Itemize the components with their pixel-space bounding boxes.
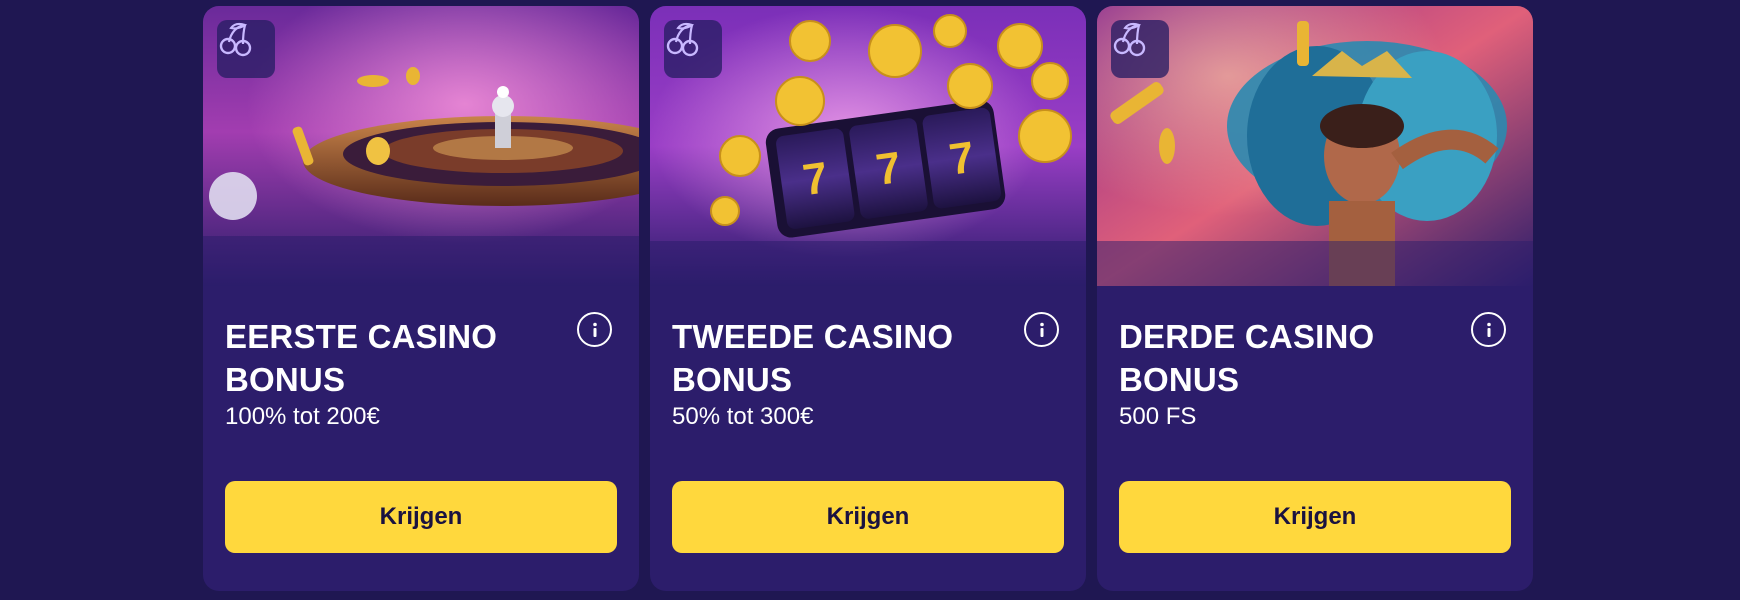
- bonus-card-body: EERSTE CASINO BONUS 100% tot 200€ Krijge…: [203, 286, 639, 591]
- roulette-wheel-image: [203, 6, 639, 286]
- carnival-dancer-image: [1097, 6, 1533, 286]
- claim-bonus-button[interactable]: Krijgen: [1119, 481, 1511, 553]
- cherries-icon: [219, 23, 252, 57]
- bonus-card-first: EERSTE CASINO BONUS 100% tot 200€ Krijge…: [203, 6, 639, 591]
- bonus-card-body: DERDE CASINO BONUS 500 FS Krijgen: [1097, 286, 1533, 591]
- cherries-icon: [1113, 23, 1146, 57]
- bonus-card-body: TWEEDE CASINO BONUS 50% tot 300€ Krijgen: [650, 286, 1086, 591]
- info-button[interactable]: [577, 312, 612, 347]
- game-category-badge: [664, 20, 722, 78]
- cherries-icon: [666, 23, 699, 57]
- bonus-offer: 100% tot 200€: [225, 403, 380, 430]
- slot-machine-777-image: 7 7 7: [650, 6, 1086, 286]
- game-category-badge: [217, 20, 275, 78]
- bonus-cards-row: EERSTE CASINO BONUS 100% tot 200€ Krijge…: [203, 6, 1533, 591]
- bonus-title: DERDE CASINO BONUS: [1119, 318, 1375, 398]
- info-icon: [1486, 322, 1491, 337]
- info-icon: [592, 322, 597, 337]
- bonus-offer: 50% tot 300€: [672, 403, 814, 430]
- info-icon: [1039, 322, 1044, 337]
- bonus-offer: 500 FS: [1119, 403, 1197, 430]
- game-category-badge: [1111, 20, 1169, 78]
- info-button[interactable]: [1024, 312, 1059, 347]
- bonus-title: TWEEDE CASINO BONUS: [672, 318, 954, 398]
- claim-bonus-button[interactable]: Krijgen: [225, 481, 617, 553]
- info-button[interactable]: [1471, 312, 1506, 347]
- bonus-card-third: DERDE CASINO BONUS 500 FS Krijgen: [1097, 6, 1533, 591]
- bonus-title: EERSTE CASINO BONUS: [225, 318, 498, 398]
- bonus-card-second: 7 7 7 TWEEDE CASINO BONUS 50% tot 300€ K…: [650, 6, 1086, 591]
- claim-bonus-button[interactable]: Krijgen: [672, 481, 1064, 553]
